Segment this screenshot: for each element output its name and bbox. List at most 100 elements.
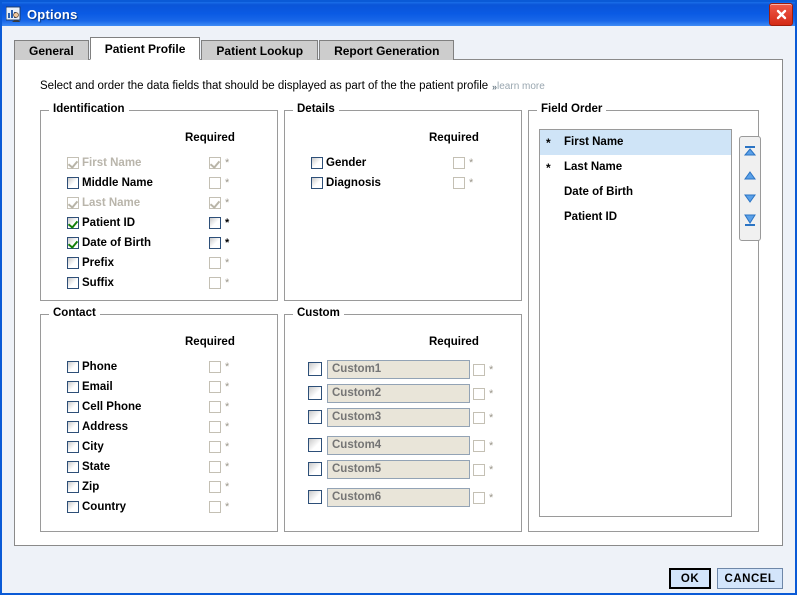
move-up-button[interactable]	[741, 169, 759, 185]
field-row: Phone	[67, 359, 117, 375]
move-down-button[interactable]	[741, 192, 759, 208]
tab-general[interactable]: General	[14, 40, 89, 60]
required-checkbox-date-of-birth[interactable]	[209, 237, 221, 249]
required-asterisk-icon: *	[225, 217, 230, 229]
field-label: State	[82, 461, 111, 473]
chart-person-icon	[5, 6, 22, 22]
checkbox-custom-6[interactable]	[308, 490, 322, 504]
required-asterisk-icon: *	[225, 237, 230, 249]
required-asterisk-icon: *	[225, 157, 230, 169]
custom-field-input-4[interactable]	[327, 435, 470, 455]
group-field-order-legend: Field Order	[537, 103, 607, 115]
field-label: Diagnosis	[326, 177, 381, 189]
cancel-button-label: CANCEL	[724, 572, 776, 585]
required-asterisk-icon: *	[489, 412, 494, 424]
field-row: Patient ID	[67, 215, 135, 231]
tab-report-generation[interactable]: Report Generation	[319, 40, 455, 60]
checkbox-suffix[interactable]	[67, 277, 79, 289]
required-asterisk-icon: *	[489, 492, 494, 504]
checkbox-cell-phone[interactable]	[67, 401, 79, 413]
tab-patient-profile[interactable]: Patient Profile	[89, 37, 201, 60]
checkbox-middle-name[interactable]	[67, 177, 79, 189]
checkbox-zip[interactable]	[67, 481, 79, 493]
group-custom: Custom Required * * * * * *	[284, 307, 522, 532]
custom-field-input-6[interactable]	[327, 487, 470, 507]
details-required-header: Required	[429, 132, 479, 144]
field-label: Date of Birth	[82, 237, 151, 249]
checkbox-diagnosis[interactable]	[311, 177, 323, 189]
required-checkbox-state	[209, 461, 221, 473]
custom-field-input-1[interactable]	[327, 359, 470, 379]
field-label: Patient ID	[82, 217, 136, 229]
required-checkbox-cell-phone	[209, 401, 221, 413]
checkbox-prefix[interactable]	[67, 257, 79, 269]
custom-field-input-5[interactable]	[327, 459, 470, 479]
checkbox-custom-4[interactable]	[308, 438, 322, 452]
field-row: Country	[67, 499, 126, 515]
field-label: Country	[82, 501, 127, 513]
move-to-bottom-button[interactable]	[741, 214, 759, 232]
field-label: First Name	[82, 157, 142, 169]
required-asterisk-icon: *	[225, 197, 230, 209]
custom-field-row	[308, 459, 470, 479]
field-order-list-item[interactable]: Date of Birth	[540, 180, 731, 205]
field-order-list-item[interactable]: * First Name	[540, 130, 731, 155]
checkbox-gender[interactable]	[311, 157, 323, 169]
required-checkbox-patient-id[interactable]	[209, 217, 221, 229]
required-cell: *	[209, 175, 229, 191]
field-order-item-label: Date of Birth	[564, 186, 633, 198]
custom-field-input-3[interactable]	[327, 407, 470, 427]
field-order-list-item[interactable]: * Last Name	[540, 155, 731, 180]
field-label: Middle Name	[82, 177, 153, 189]
move-to-top-button[interactable]	[741, 146, 759, 162]
checkbox-custom-2[interactable]	[308, 386, 322, 400]
checkbox-country[interactable]	[67, 501, 79, 513]
group-contact-legend: Contact	[49, 307, 100, 319]
required-asterisk-icon: *	[225, 441, 230, 453]
close-icon	[775, 8, 788, 21]
checkbox-custom-1[interactable]	[308, 362, 322, 376]
required-cell: *	[453, 155, 473, 171]
required-cell: *	[209, 479, 229, 495]
checkbox-city[interactable]	[67, 441, 79, 453]
checkbox-patient-id[interactable]	[67, 217, 79, 229]
field-order-listbox[interactable]: * First Name * Last Name Date of Birth Patien…	[539, 129, 732, 517]
field-label: Address	[82, 421, 129, 433]
group-contact: Contact Required Phone * Email * Cell Phone *…	[40, 307, 278, 532]
close-button[interactable]	[769, 3, 793, 26]
required-cell: *	[209, 419, 229, 435]
checkbox-date-of-birth[interactable]	[67, 237, 79, 249]
required-marker: *	[546, 160, 551, 175]
checkbox-phone[interactable]	[67, 361, 79, 373]
checkbox-state[interactable]	[67, 461, 79, 473]
group-details-legend: Details	[293, 103, 339, 115]
required-asterisk-icon: *	[225, 361, 230, 373]
custom-field-input-2[interactable]	[327, 383, 470, 403]
checkbox-custom-3[interactable]	[308, 410, 322, 424]
required-asterisk-icon: *	[225, 421, 230, 433]
required-cell: *	[209, 439, 229, 455]
tab-panel-patient-profile: Select and order the data fields that sh…	[14, 59, 783, 546]
learn-more-link[interactable]: » learn more	[492, 81, 545, 92]
required-checkbox-custom-1	[473, 364, 485, 376]
custom-field-row	[308, 407, 470, 427]
checkbox-address[interactable]	[67, 421, 79, 433]
ok-button[interactable]: OK	[669, 568, 711, 589]
field-row: State	[67, 459, 110, 475]
tab-patient-lookup-label: Patient Lookup	[216, 44, 304, 58]
ok-button-label: OK	[680, 572, 700, 585]
move-to-bottom-icon	[743, 214, 757, 232]
field-row: Email	[67, 379, 113, 395]
checkbox-custom-5[interactable]	[308, 462, 322, 476]
field-order-list-item[interactable]: Patient ID	[540, 205, 731, 230]
cancel-button[interactable]: CANCEL	[717, 568, 783, 589]
required-checkbox-phone	[209, 361, 221, 373]
required-checkbox-middle-name	[209, 177, 221, 189]
tab-patient-lookup[interactable]: Patient Lookup	[201, 40, 319, 60]
required-checkbox-custom-5	[473, 464, 485, 476]
field-row: Zip	[67, 479, 99, 495]
field-label: Prefix	[82, 257, 114, 269]
required-marker: *	[546, 135, 551, 150]
required-cell: *	[209, 359, 229, 375]
checkbox-email[interactable]	[67, 381, 79, 393]
